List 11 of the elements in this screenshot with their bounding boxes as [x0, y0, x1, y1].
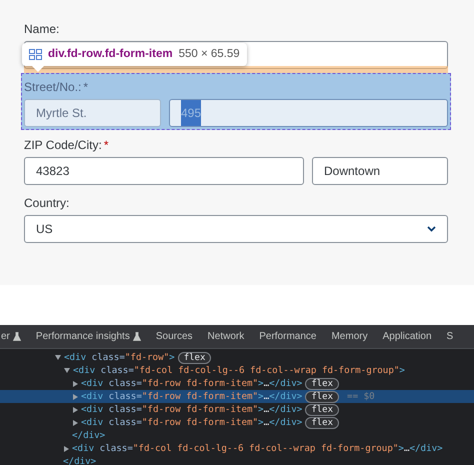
field-label: Street/No.:	[24, 79, 82, 96]
element-selector: div.fd-row.fd-form-item	[48, 47, 173, 62]
field-label: Country:	[24, 195, 70, 212]
required-mark: *	[83, 80, 88, 94]
code-line: </div>	[72, 429, 106, 442]
element-size: 550 × 65.59	[178, 47, 240, 62]
field-label: Name:	[24, 21, 60, 38]
code-line: </div>	[63, 455, 96, 465]
required-mark: *	[104, 138, 108, 152]
field-label: ZIP Code/City:	[24, 137, 102, 154]
node-reference: == $0	[347, 390, 375, 403]
